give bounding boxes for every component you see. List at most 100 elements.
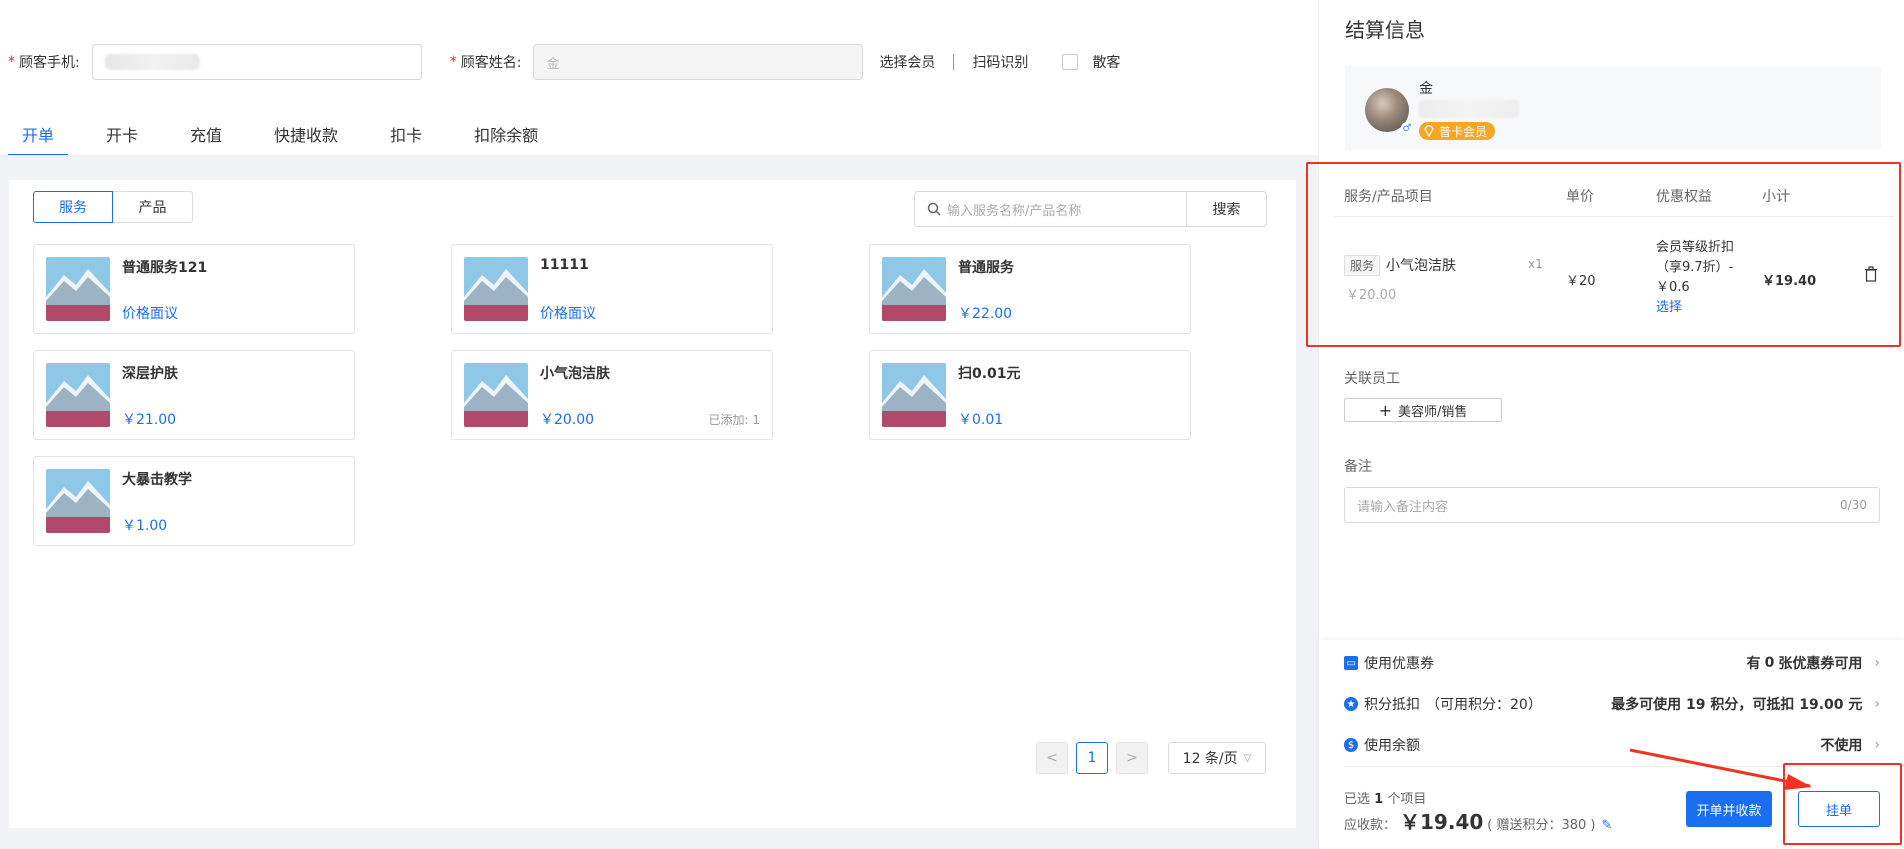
discount-line: ￥0.6 bbox=[1656, 280, 1690, 295]
col-header-item: 服务/产品项目 bbox=[1344, 189, 1433, 205]
item-card[interactable]: 深层护肤 ￥21.00 bbox=[33, 350, 355, 440]
walk-in-label: 散客 bbox=[1092, 55, 1121, 71]
item-added-count: 已添加: 1 bbox=[708, 413, 761, 427]
scan-link[interactable]: 扫码识别 bbox=[972, 52, 1028, 72]
remark-counter: 0/30 bbox=[1840, 498, 1867, 512]
member-level-label: 普卡会员 bbox=[1439, 124, 1488, 139]
remark-label: 备注 bbox=[1344, 459, 1372, 475]
coupon-label: 使用优惠券 bbox=[1364, 656, 1434, 672]
order-area: * 顾客手机: * 顾客姓名: 金 选择会员 扫码识别 散客 开单 开卡 充值 … bbox=[0, 0, 1318, 849]
selected-summary: 已选 1 个项目 bbox=[1344, 788, 1426, 807]
due-amount: ￥19.40 bbox=[1400, 810, 1484, 834]
coupon-count: 0 bbox=[1764, 655, 1775, 671]
tab-quick-pay[interactable]: 快捷收款 bbox=[260, 112, 352, 156]
search-button[interactable]: 搜索 bbox=[1187, 191, 1267, 227]
selected-post: 个项目 bbox=[1387, 792, 1427, 807]
search-input[interactable]: 输入服务名称/产品名称 bbox=[914, 191, 1187, 227]
col-header-subtotal: 小计 bbox=[1762, 189, 1790, 205]
item-type-tag: 服务 bbox=[1344, 255, 1381, 276]
amount-due: 应收款： ￥19.40 ( 赠送积分：380 ) ✎ bbox=[1344, 806, 1612, 835]
prev-page-button[interactable]: < bbox=[1036, 742, 1068, 774]
chevron-right-icon: › bbox=[1874, 696, 1880, 712]
cart-item-discount: 会员等级折扣 （享9.7折）- ￥0.6 选择 bbox=[1656, 238, 1734, 318]
item-thumbnail bbox=[46, 363, 110, 427]
cart-item-qty: x1 bbox=[1528, 257, 1543, 271]
tab-open-card[interactable]: 开卡 bbox=[92, 112, 152, 156]
required-mark: * bbox=[449, 54, 457, 70]
chevron-down-icon: ▽ bbox=[1243, 752, 1252, 764]
item-card[interactable]: 扫0.01元 ￥0.01 bbox=[869, 350, 1191, 440]
type-segment: 服务 产品 bbox=[33, 191, 193, 223]
search-icon bbox=[927, 202, 941, 216]
add-staff-button[interactable]: + 美容师/销售 bbox=[1344, 398, 1502, 422]
points-option[interactable]: ★ 积分抵扣 （可用积分：20） 最多可使用 19 积分，可抵扣 19.00 元 › bbox=[1344, 692, 1880, 716]
edit-icon[interactable]: ✎ bbox=[1602, 818, 1613, 833]
item-card[interactable]: 普通服务121 价格面议 bbox=[33, 244, 355, 334]
item-price: ￥20.00 bbox=[540, 412, 595, 428]
walk-in-checkbox[interactable] bbox=[1062, 54, 1079, 70]
tab-deduct-card[interactable]: 扣卡 bbox=[376, 112, 436, 156]
col-header-unit-price: 单价 bbox=[1566, 189, 1594, 205]
segment-services[interactable]: 服务 bbox=[33, 191, 113, 223]
page-1[interactable]: 1 bbox=[1076, 742, 1108, 774]
balance-label: 使用余额 bbox=[1364, 738, 1420, 754]
item-price: ￥0.01 bbox=[958, 412, 1004, 428]
staff-label: 关联员工 bbox=[1344, 371, 1400, 387]
tab-recharge[interactable]: 充值 bbox=[176, 112, 236, 156]
item-thumbnail bbox=[46, 257, 110, 321]
selected-pre: 已选 bbox=[1344, 792, 1371, 807]
name-input[interactable]: 金 bbox=[533, 44, 864, 80]
cart-item-orig-price: ￥20.00 bbox=[1346, 288, 1397, 303]
phone-label: 顾客手机: bbox=[19, 55, 80, 71]
item-price: ￥22.00 bbox=[958, 306, 1013, 322]
select-member-link[interactable]: 选择会员 bbox=[879, 52, 935, 72]
page-size-value: 12 条/页 bbox=[1182, 751, 1238, 767]
item-name: 深层护肤 bbox=[122, 366, 178, 382]
chevron-right-icon: › bbox=[1874, 737, 1880, 753]
item-name: 大暴击教学 bbox=[122, 472, 192, 488]
coupon-option[interactable]: ▭ 使用优惠券 有 0 张优惠券可用 › bbox=[1344, 651, 1880, 675]
item-name: 扫0.01元 bbox=[958, 366, 1021, 382]
item-price: 价格面议 bbox=[122, 306, 178, 322]
male-icon: ♂ bbox=[1401, 122, 1413, 134]
page-size-select[interactable]: 12 条/页 ▽ bbox=[1168, 742, 1266, 774]
item-price: 价格面议 bbox=[540, 306, 596, 322]
ticket-icon: ▭ bbox=[1344, 656, 1358, 670]
discount-select-link[interactable]: 选择 bbox=[1656, 298, 1734, 318]
item-card[interactable]: 普通服务 ￥22.00 bbox=[869, 244, 1191, 334]
add-staff-label: 美容师/销售 bbox=[1398, 404, 1468, 420]
member-name: 金 bbox=[1419, 81, 1433, 97]
remark-input[interactable]: 请输入备注内容 0/30 bbox=[1344, 487, 1880, 523]
cart-item-name: 小气泡洁肤 bbox=[1386, 258, 1457, 274]
due-label: 应收款： bbox=[1344, 818, 1397, 833]
item-card[interactable]: 11111 价格面议 bbox=[451, 244, 773, 334]
points-label: 积分抵扣 bbox=[1364, 697, 1420, 713]
tab-open-order[interactable]: 开单 bbox=[8, 112, 69, 156]
required-mark: * bbox=[8, 54, 15, 70]
name-label: 顾客姓名: bbox=[460, 55, 522, 71]
item-thumbnail bbox=[464, 363, 528, 427]
remark-placeholder: 请输入备注内容 bbox=[1357, 499, 1449, 515]
phone-input[interactable] bbox=[91, 44, 422, 80]
order-tabs: 开单 开卡 充值 快捷收款 扣卡 扣除余额 bbox=[8, 112, 576, 156]
item-thumbnail bbox=[464, 257, 528, 321]
member-phone-masked bbox=[1419, 100, 1519, 118]
delete-icon[interactable] bbox=[1864, 266, 1878, 282]
customer-row: * 顾客手机: * 顾客姓名: 金 选择会员 扫码识别 散客 bbox=[8, 44, 1120, 80]
selected-count: 1 bbox=[1374, 792, 1384, 807]
item-name: 11111 bbox=[540, 257, 589, 273]
member-level-badge: 普卡会员 bbox=[1419, 122, 1496, 140]
item-name: 小气泡洁肤 bbox=[540, 366, 610, 382]
money-bag-icon: $ bbox=[1344, 738, 1358, 752]
diamond-icon bbox=[1424, 125, 1434, 137]
item-thumbnail bbox=[46, 469, 110, 533]
item-card[interactable]: 小气泡洁肤 ￥20.00 已添加: 1 bbox=[451, 350, 773, 440]
segment-products[interactable]: 产品 bbox=[113, 191, 193, 223]
cart-item-unit-price: ￥20 bbox=[1566, 274, 1596, 289]
annotation-arrow bbox=[1629, 748, 1812, 790]
tab-deduct-balance[interactable]: 扣除余额 bbox=[460, 112, 552, 156]
cart-row-item: 服务 小气泡洁肤 bbox=[1344, 255, 1456, 276]
item-card[interactable]: 大暴击教学 ￥1.00 bbox=[33, 456, 355, 546]
coupon-post: 张优惠券可用 bbox=[1778, 656, 1863, 672]
next-page-button[interactable]: > bbox=[1116, 742, 1148, 774]
